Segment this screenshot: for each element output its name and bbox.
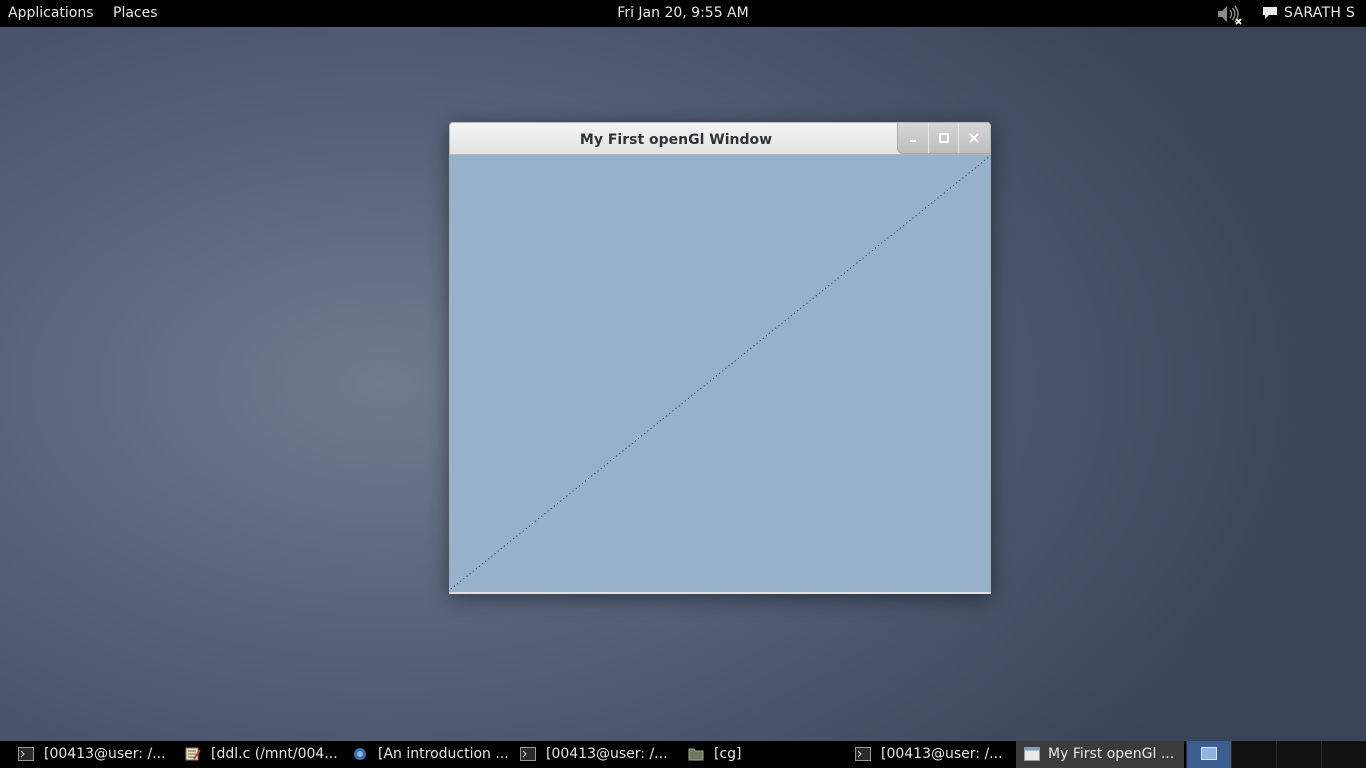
opengl-canvas bbox=[449, 155, 991, 594]
task-folder[interactable]: [cg] bbox=[688, 741, 848, 768]
close-button[interactable] bbox=[959, 123, 990, 153]
task-label: My First openGl ... bbox=[1048, 746, 1175, 762]
opengl-window: My First openGl Window bbox=[449, 122, 991, 594]
task-terminal-3[interactable]: [00413@user: /... bbox=[855, 741, 1015, 768]
terminal-icon bbox=[18, 747, 34, 761]
task-terminal-2[interactable]: [00413@user: /... bbox=[520, 741, 680, 768]
maximize-icon bbox=[938, 133, 949, 143]
chat-icon[interactable] bbox=[1262, 6, 1278, 20]
task-terminal-1[interactable]: [00413@user: /... bbox=[18, 741, 178, 768]
user-menu[interactable]: SARATH S bbox=[1284, 5, 1355, 21]
terminal-icon bbox=[855, 747, 871, 761]
workspace-1[interactable] bbox=[1186, 741, 1231, 768]
window-controls bbox=[897, 123, 990, 154]
dda-line bbox=[450, 156, 990, 590]
workspace-4[interactable] bbox=[1321, 741, 1366, 768]
bottom-panel: [00413@user: /... [ddl.c (/mnt/004... [A… bbox=[0, 741, 1366, 768]
task-label: [cg] bbox=[714, 746, 742, 762]
task-label: [00413@user: /... bbox=[44, 746, 166, 762]
text-editor-icon bbox=[185, 747, 201, 761]
top-panel: Applications Places Fri Jan 20, 9:55 AM … bbox=[0, 0, 1366, 27]
task-browser[interactable]: [An introduction ... bbox=[352, 741, 512, 768]
workspace-switcher bbox=[1186, 741, 1366, 768]
clock[interactable]: Fri Jan 20, 9:55 AM bbox=[617, 5, 748, 21]
places-menu[interactable]: Places bbox=[113, 5, 158, 21]
window-titlebar[interactable]: My First openGl Window bbox=[449, 122, 991, 155]
close-icon bbox=[969, 133, 980, 143]
task-opengl-window[interactable]: My First openGl ... bbox=[1016, 741, 1184, 768]
task-editor[interactable]: [ddl.c (/mnt/004... bbox=[185, 741, 345, 768]
window-title: My First openGl Window bbox=[579, 132, 773, 148]
workspace-3[interactable] bbox=[1276, 741, 1321, 768]
volume-muted-icon[interactable] bbox=[1216, 3, 1244, 25]
task-label: [ddl.c (/mnt/004... bbox=[211, 746, 338, 762]
task-label: [00413@user: /... bbox=[881, 746, 1003, 762]
workspace-2[interactable] bbox=[1231, 741, 1276, 768]
maximize-button[interactable] bbox=[929, 123, 960, 153]
folder-icon bbox=[688, 747, 704, 761]
task-label: [An introduction ... bbox=[378, 746, 509, 762]
browser-icon bbox=[352, 747, 368, 761]
minimize-icon bbox=[910, 140, 916, 142]
terminal-icon bbox=[520, 747, 536, 761]
window-thumbnail bbox=[1201, 747, 1217, 760]
applications-menu[interactable]: Applications bbox=[8, 5, 94, 21]
window-icon bbox=[1024, 747, 1040, 761]
task-label: [00413@user: /... bbox=[546, 746, 668, 762]
minimize-button[interactable] bbox=[898, 123, 929, 153]
